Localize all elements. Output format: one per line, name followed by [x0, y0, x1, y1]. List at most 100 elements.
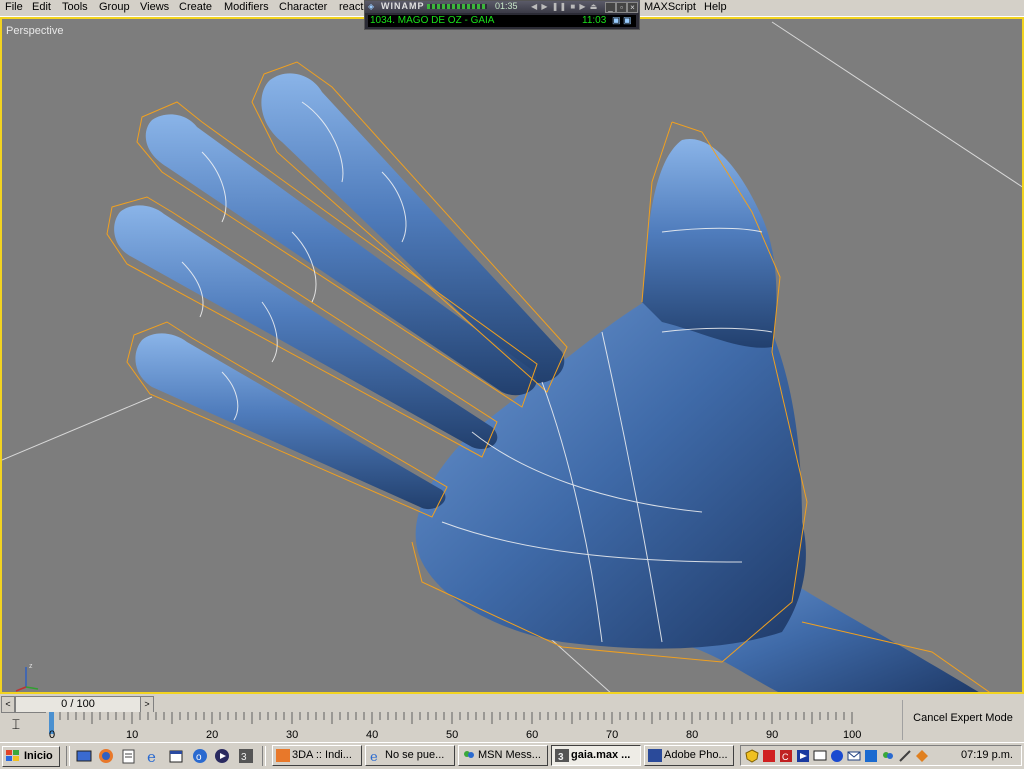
tray-shield-icon[interactable]	[745, 749, 759, 763]
tray-network-icon[interactable]	[864, 749, 878, 763]
menu-character[interactable]: Character	[279, 1, 327, 13]
perspective-viewport[interactable]: Perspective z	[0, 17, 1024, 694]
grid-line	[771, 21, 1022, 188]
svg-text:e: e	[147, 748, 156, 764]
tray-mail-icon[interactable]	[847, 749, 861, 763]
winamp-title: WINAMP	[381, 1, 425, 11]
task-gaia-max[interactable]: 3 gaia.max ...	[551, 745, 641, 766]
ruler-label: 20	[206, 729, 218, 740]
winamp-song-display: 1034. MAGO DE OZ - GAIA 11:03 ▣ ▣	[368, 15, 636, 27]
next-frame-button[interactable]: >	[140, 696, 154, 713]
hand-model-render	[2, 21, 1022, 692]
taskbar-divider	[262, 746, 266, 766]
ruler-label: 80	[686, 729, 698, 740]
photoshop-window-icon	[648, 749, 662, 762]
quicklaunch-ie-icon[interactable]: e	[145, 748, 161, 764]
system-tray: C 07:19 p.m.	[740, 745, 1022, 766]
winamp-minimize-button[interactable]: _	[605, 2, 616, 13]
ruler-label: 100	[843, 729, 861, 740]
menu-maxscript[interactable]: MAXScript	[644, 1, 696, 13]
ie-window-icon: e	[370, 750, 378, 762]
axis-tripod-icon: z	[15, 663, 39, 692]
menu-react[interactable]: react	[339, 1, 363, 13]
winamp-close-button[interactable]: ×	[627, 2, 638, 13]
menu-help[interactable]: Help	[704, 1, 727, 13]
ruler-label: 90	[766, 729, 778, 740]
3dsmax-window-icon: 3	[555, 749, 569, 762]
viewport-label[interactable]: Perspective	[6, 25, 63, 37]
svg-text:3: 3	[241, 752, 247, 763]
tray-antivirus-icon[interactable]: C	[779, 749, 793, 763]
menu-modifiers[interactable]: Modifiers	[224, 1, 269, 13]
taskbar-divider	[66, 746, 70, 766]
quicklaunch-window-icon[interactable]	[168, 748, 184, 764]
tray-security-icon[interactable]	[915, 749, 929, 763]
svg-text:z: z	[29, 663, 33, 670]
task-label: Adobe Pho...	[664, 749, 728, 761]
time-slider-panel: < 0 / 100 > ⌶ 0 10 20 30 40 50 60 70 80 90 100 Can…	[0, 694, 1024, 742]
taskbar: Inicio e o 3 3DA :: Indi... e No se pue.…	[0, 742, 1024, 769]
task-ie-error[interactable]: e No se pue...	[365, 745, 455, 766]
little-finger	[135, 333, 446, 510]
task-label: gaia.max ...	[571, 749, 631, 761]
winamp-logo-icon: ◈	[368, 2, 375, 11]
track-bar[interactable]: ⌶ 0 10 20 30 40 50 60 70 80 90 100	[0, 712, 900, 740]
ruler-label: 10	[126, 729, 138, 740]
quicklaunch-3dsmax-icon[interactable]: 3	[238, 748, 254, 764]
ruler-label: 60	[526, 729, 538, 740]
thumb	[642, 138, 777, 348]
svg-text:C: C	[782, 752, 789, 762]
start-button[interactable]: Inicio	[2, 746, 60, 767]
menu-tools[interactable]: Tools	[62, 1, 88, 13]
tray-tool-icon[interactable]	[898, 749, 912, 763]
tray-acrobat-icon[interactable]	[762, 749, 776, 763]
transport-controls-icon[interactable]: ◀ ▶ ❚❚ ■ ▶ ⏏	[531, 2, 598, 11]
quicklaunch-desktop-icon[interactable]	[76, 748, 92, 764]
time-slider[interactable]: < 0 / 100 >	[0, 696, 156, 713]
frame-ruler[interactable]: 0 10 20 30 40 50 60 70 80 90 100	[46, 712, 896, 740]
grid-line	[2, 396, 153, 461]
task-3da-forum[interactable]: 3DA :: Indi...	[272, 745, 362, 766]
winamp-player[interactable]: ◈ WINAMP 01:35 ◀ ▶ ❚❚ ■ ▶ ⏏ _ ▫ × 1034. …	[364, 0, 640, 30]
menu-views[interactable]: Views	[140, 1, 169, 13]
svg-text:3: 3	[558, 752, 564, 762]
tray-monitor-icon[interactable]	[813, 749, 827, 763]
menu-edit[interactable]: Edit	[32, 1, 51, 13]
task-label: 3DA :: Indi...	[292, 749, 352, 761]
tray-bluetooth-icon[interactable]	[830, 749, 844, 763]
winamp-song-title: 1034. MAGO DE OZ - GAIA	[370, 15, 495, 26]
prev-frame-button[interactable]: <	[1, 696, 15, 713]
quicklaunch-media-icon[interactable]	[214, 748, 230, 764]
ruler-label: 0	[49, 729, 55, 740]
winamp-song-time: 11:03	[582, 15, 607, 26]
tray-player-icon[interactable]	[796, 749, 810, 763]
menu-create[interactable]: Create	[179, 1, 212, 13]
winamp-buttons-icon[interactable]: ▣ ▣	[612, 15, 632, 26]
ruler-label: 40	[366, 729, 378, 740]
menu-file[interactable]: File	[5, 1, 23, 13]
start-label: Inicio	[24, 750, 53, 762]
quicklaunch-outlook-icon[interactable]: o	[192, 748, 208, 764]
task-msn-messenger[interactable]: MSN Mess...	[458, 745, 548, 766]
task-label: MSN Mess...	[478, 749, 541, 761]
winamp-titlebar[interactable]: ◈ WINAMP 01:35 ◀ ▶ ❚❚ ■ ▶ ⏏ _ ▫ ×	[365, 1, 639, 13]
svg-text:e: e	[370, 750, 378, 762]
cancel-expert-mode-button[interactable]: Cancel Expert Mode	[902, 700, 1023, 740]
ruler-label: 50	[446, 729, 458, 740]
visualizer	[427, 4, 487, 9]
menu-group[interactable]: Group	[99, 1, 130, 13]
quicklaunch-notepad-icon[interactable]	[121, 748, 137, 764]
time-slider-thumb[interactable]: 0 / 100	[15, 696, 141, 713]
svg-text:o: o	[196, 752, 202, 763]
quicklaunch-firefox-icon[interactable]	[98, 748, 114, 764]
windows-flag-icon	[6, 750, 19, 761]
browser-window-icon	[276, 749, 290, 762]
winamp-shade-button[interactable]: ▫	[616, 2, 627, 13]
tray-msn-icon[interactable]	[881, 749, 895, 763]
winamp-elapsed: 01:35	[495, 1, 518, 11]
task-adobe-photoshop[interactable]: Adobe Pho...	[644, 745, 734, 766]
ruler-label: 70	[606, 729, 618, 740]
system-clock: 07:19 p.m.	[961, 749, 1013, 761]
task-label: No se pue...	[385, 749, 445, 761]
track-bar-key-icon[interactable]: ⌶	[2, 716, 30, 736]
